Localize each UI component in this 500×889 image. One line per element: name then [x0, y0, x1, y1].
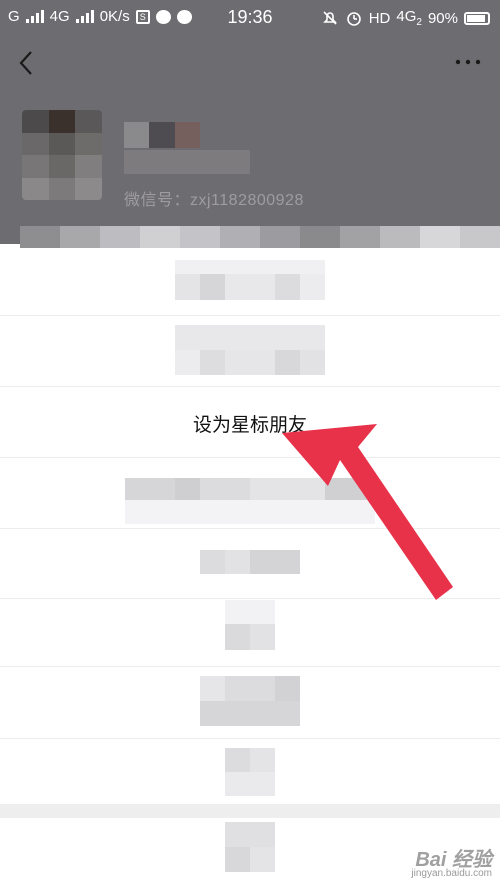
status-bar: G 4G 0K/s S 19:36 HD 4G2 90% — [0, 0, 500, 36]
divider — [0, 315, 500, 316]
hd-label: HD — [368, 9, 391, 27]
menu-item-2[interactable] — [175, 325, 325, 375]
mute-bell-icon — [322, 11, 337, 25]
wechat-id: 微信号：zxj1182800928 — [124, 192, 304, 209]
network-right-label: 4G2 — [396, 8, 422, 28]
menu-item-9[interactable] — [225, 822, 275, 872]
annotation-arrow-icon — [282, 424, 453, 600]
baidu-jingyan-watermark: Bai 经验 jingyan.baidu.com — [411, 849, 492, 879]
menu-item-8[interactable] — [225, 748, 275, 796]
section-gap — [0, 804, 500, 818]
back-chevron-icon[interactable] — [14, 46, 38, 80]
more-options-icon[interactable] — [454, 52, 482, 72]
nickname-mosaic — [124, 122, 200, 148]
battery-icon — [464, 11, 490, 25]
divider — [0, 666, 500, 667]
status-right: HD 4G2 90% — [321, 8, 490, 28]
battery-percent: 90% — [427, 9, 458, 27]
divider — [0, 386, 500, 387]
avatar[interactable] — [22, 110, 102, 200]
alarm-icon — [346, 12, 361, 26]
menu-item-7[interactable] — [200, 676, 300, 726]
header-bottom-mosaic — [20, 226, 500, 248]
divider — [0, 738, 500, 739]
menu-item-1[interactable] — [175, 260, 325, 300]
remark-mosaic — [124, 150, 250, 174]
